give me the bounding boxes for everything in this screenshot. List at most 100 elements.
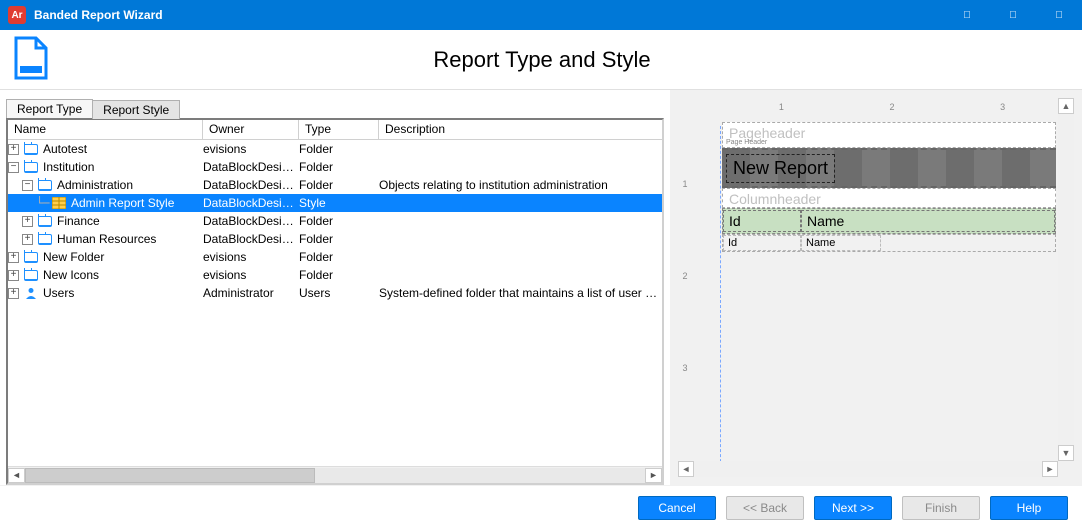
node-label: Admin Report Style <box>71 196 174 210</box>
ruler-mark: 3 <box>678 322 692 414</box>
cell-owner: evisions <box>203 142 299 156</box>
minimize-button[interactable]:  <box>944 0 990 30</box>
folder-icon <box>24 162 38 173</box>
band-detail: Id Name <box>722 234 1056 252</box>
col-id-label: Id <box>723 210 801 232</box>
cell-type: Folder <box>299 214 379 228</box>
folder-icon <box>38 216 52 227</box>
row-new-icons[interactable]: + New Icons evisions Folder <box>8 266 662 284</box>
tab-report-style[interactable]: Report Style <box>92 100 180 119</box>
col-owner[interactable]: Owner <box>203 120 299 139</box>
ruler-horizontal: 1 2 3 <box>726 102 1058 116</box>
band-pageheader: Pageheader Page Header <box>722 122 1056 148</box>
row-autotest[interactable]: + Autotest evisions Folder <box>8 140 662 158</box>
tabstrip: Report Type Report Style <box>6 96 670 118</box>
band-tiny-label: Page Header <box>726 139 767 146</box>
preview-vscrollbar[interactable]: ▲ ▼ <box>1058 98 1074 461</box>
col-type[interactable]: Type <box>299 120 379 139</box>
cell-owner: DataBlockDesig... <box>203 160 299 174</box>
help-button[interactable]: Help <box>990 496 1068 520</box>
close-button[interactable]:  <box>1036 0 1082 30</box>
cell-type: Style <box>299 196 379 210</box>
scroll-down-icon[interactable]: ▼ <box>1058 445 1074 461</box>
scroll-left-icon[interactable]: ◄ <box>8 468 25 483</box>
expand-icon[interactable]: + <box>22 216 33 227</box>
titlebar: Ar Banded Report Wizard    <box>0 0 1082 30</box>
maximize-button[interactable]:  <box>990 0 1036 30</box>
scroll-left-icon[interactable]: ◄ <box>678 461 694 477</box>
next-button[interactable]: Next >> <box>814 496 892 520</box>
page-title: Report Type and Style <box>62 47 1082 73</box>
cell-desc: System-defined folder that maintains a l… <box>379 286 662 300</box>
page-header: Report Type and Style <box>0 30 1082 90</box>
expand-icon[interactable]: + <box>8 252 19 263</box>
expand-icon[interactable]: + <box>22 234 33 245</box>
users-icon <box>24 286 38 300</box>
collapse-icon[interactable]: − <box>22 180 33 191</box>
cell-type: Folder <box>299 160 379 174</box>
node-label: Human Resources <box>57 232 156 246</box>
node-label: New Folder <box>43 250 104 264</box>
cell-type: Folder <box>299 232 379 246</box>
row-finance[interactable]: + Finance DataBlockDesig... Folder <box>8 212 662 230</box>
detail-id-field: Id <box>723 235 801 251</box>
band-title: New Report <box>722 148 1056 188</box>
row-users[interactable]: + Users Administrator Users System-defin… <box>8 284 662 302</box>
row-admin-report-style[interactable]: └─ Admin Report Style DataBlockDesig... … <box>8 194 662 212</box>
scroll-right-icon[interactable]: ► <box>1042 461 1058 477</box>
ruler-mark: 2 <box>678 230 692 322</box>
row-institution[interactable]: − Institution DataBlockDesig... Folder <box>8 158 662 176</box>
preview-hscrollbar[interactable]: ◄ ► <box>678 461 1058 477</box>
scroll-thumb[interactable] <box>25 468 315 483</box>
ruler-vertical: 1 2 3 <box>678 138 692 414</box>
cell-type: Folder <box>299 250 379 264</box>
cell-owner: DataBlockDesig... <box>203 214 299 228</box>
app-icon: Ar <box>8 6 26 24</box>
finish-button[interactable]: Finish <box>902 496 980 520</box>
tree-body[interactable]: + Autotest evisions Folder − Institution… <box>8 140 662 466</box>
cell-owner: DataBlockDesig... <box>203 232 299 246</box>
cell-owner: Administrator <box>203 286 299 300</box>
col-desc[interactable]: Description <box>379 120 662 139</box>
cell-type: Folder <box>299 178 379 192</box>
scroll-up-icon[interactable]: ▲ <box>1058 98 1074 114</box>
cell-owner: evisions <box>203 268 299 282</box>
cancel-button[interactable]: Cancel <box>638 496 716 520</box>
expand-icon[interactable]: + <box>8 288 19 299</box>
row-new-folder[interactable]: + New Folder evisions Folder <box>8 248 662 266</box>
tree-hscrollbar[interactable]: ◄ ► <box>8 466 662 483</box>
style-tree: Name Owner Type Description + Autotest e… <box>6 118 664 485</box>
node-label: Administration <box>57 178 133 192</box>
folder-icon <box>24 252 38 263</box>
ruler-mark: 3 <box>947 102 1058 116</box>
node-label: Autotest <box>43 142 87 156</box>
back-button[interactable]: << Back <box>726 496 804 520</box>
row-human-resources[interactable]: + Human Resources DataBlockDesig... Fold… <box>8 230 662 248</box>
collapse-icon[interactable]: − <box>8 162 19 173</box>
folder-icon <box>24 144 38 155</box>
expand-icon[interactable]: + <box>8 270 19 281</box>
tab-report-type[interactable]: Report Type <box>6 99 93 118</box>
folder-icon <box>38 234 52 245</box>
preview-pane: 1 2 3 1 2 3 Pageheader Page Header New R… <box>670 90 1082 485</box>
wizard-buttons: Cancel << Back Next >> Finish Help <box>0 485 1082 529</box>
cell-type: Folder <box>299 142 379 156</box>
row-administration[interactable]: − Administration DataBlockDesig... Folde… <box>8 176 662 194</box>
band-ghost-label: Columnheader <box>723 189 1055 209</box>
node-label: Institution <box>43 160 94 174</box>
ruler-mark: 1 <box>726 102 837 116</box>
report-icon <box>12 36 50 83</box>
page-margin-guide <box>720 126 721 477</box>
scroll-right-icon[interactable]: ► <box>645 468 662 483</box>
node-label: Users <box>43 286 74 300</box>
col-name[interactable]: Name <box>8 120 203 139</box>
left-pane: Report Type Report Style Name Owner Type… <box>0 90 670 485</box>
column-headers: Name Owner Type Description <box>8 120 662 140</box>
cell-desc: Objects relating to institution administ… <box>379 178 662 192</box>
ruler-mark: 1 <box>678 138 692 230</box>
title-field: New Report <box>726 154 835 183</box>
band-ghost-label: Pageheader <box>723 123 1055 143</box>
window-title: Banded Report Wizard <box>34 8 163 22</box>
folder-icon <box>38 180 52 191</box>
expand-icon[interactable]: + <box>8 144 19 155</box>
